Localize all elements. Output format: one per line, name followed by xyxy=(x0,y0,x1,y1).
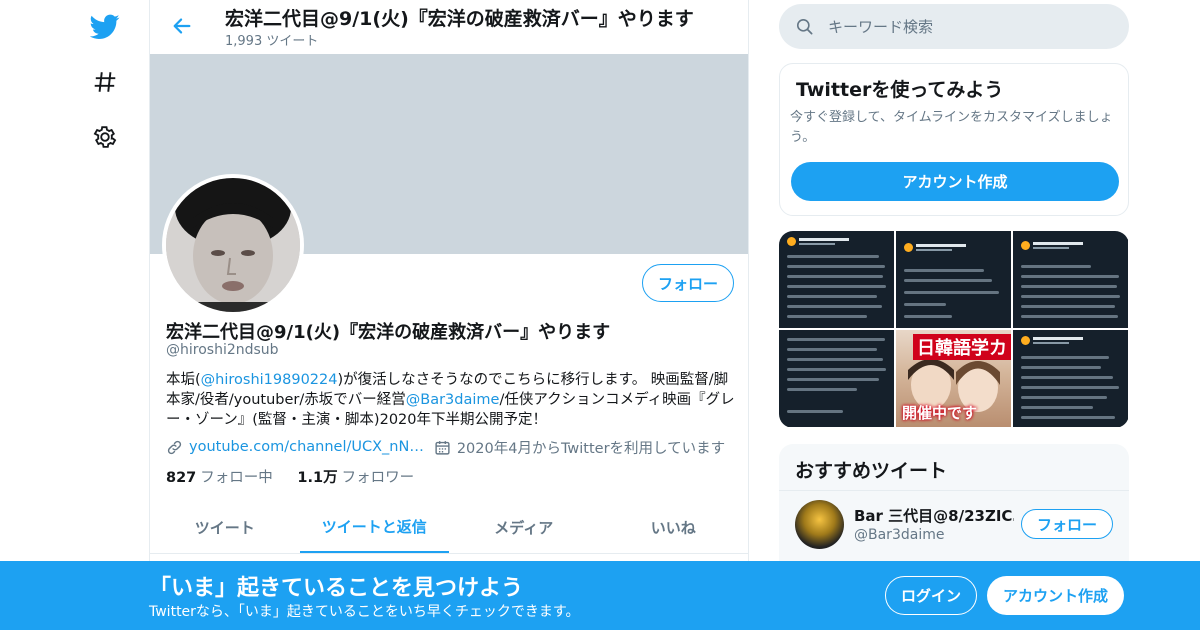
tab-tweets[interactable]: ツイート xyxy=(150,502,300,553)
profile-bio: 本垢(@hiroshi19890224)が復活しなさそうなのでこちらに移行します… xyxy=(166,370,738,430)
gear-icon[interactable] xyxy=(90,122,120,152)
profile-tabs: ツイート ツイートと返信 メディア いいね xyxy=(150,502,748,554)
link-icon xyxy=(166,439,183,456)
media-thumbnail[interactable] xyxy=(1013,231,1128,328)
header-title: 宏洋二代目@9/1(火)『宏洋の破産救済バー』やります xyxy=(225,8,694,30)
create-account-button[interactable]: アカウント作成 xyxy=(791,162,1119,201)
profile-column: 宏洋二代目@9/1(火)『宏洋の破産救済バー』やります 1,993 ツイート フ… xyxy=(149,0,749,630)
media-grid: 日韓語学カ 開催中です xyxy=(779,231,1129,428)
left-nav xyxy=(60,0,150,630)
media-thumbnail-photo[interactable]: 日韓語学カ 開催中です xyxy=(896,330,1011,427)
tab-media[interactable]: メディア xyxy=(449,502,599,553)
media-thumbnail[interactable] xyxy=(779,231,894,328)
media-thumbnail[interactable] xyxy=(896,231,1011,328)
bio-mention-link[interactable]: @hiroshi19890224 xyxy=(201,372,338,388)
following-stat[interactable]: 827 フォロー中 xyxy=(166,470,273,486)
recommended-name[interactable]: Bar 三代目@8/23ZIC… xyxy=(854,505,1014,526)
tab-likes[interactable]: いいね xyxy=(599,502,749,553)
following-count: 827 xyxy=(166,470,197,486)
avatar[interactable] xyxy=(795,500,844,549)
follow-button[interactable]: フォロー xyxy=(642,264,734,302)
media-thumbnail[interactable] xyxy=(1013,330,1128,427)
signup-card-title: Twitterを使ってみよう xyxy=(796,79,1004,101)
back-arrow-icon[interactable] xyxy=(168,12,196,40)
tab-tweets-and-replies[interactable]: ツイートと返信 xyxy=(299,502,449,553)
following-label: フォロー中 xyxy=(200,470,273,486)
recommended-handle: @Bar3daime xyxy=(854,527,945,543)
joined-item: 2020年4月からTwitterを利用しています xyxy=(434,437,725,458)
bio-text: 本垢( xyxy=(166,372,201,388)
avatar[interactable] xyxy=(162,174,304,316)
tweet-count: 1,993 ツイート xyxy=(225,34,319,49)
sidebar: Twitterを使ってみよう 今すぐ登録して、タイムラインをカスタマイズしましょ… xyxy=(779,0,1129,630)
recommended-title: おすすめツイート xyxy=(795,460,948,482)
signup-card: Twitterを使ってみよう 今すぐ登録して、タイムラインをカスタマイズしましょ… xyxy=(779,63,1129,216)
media-overlay-text: 開催中です xyxy=(902,404,978,422)
followers-label: フォロワー xyxy=(341,470,415,486)
search-box[interactable] xyxy=(779,4,1129,49)
twitter-bird-icon[interactable] xyxy=(90,12,120,42)
profile-meta: youtube.com/channel/UCX_nN… 2020年4月からTwi… xyxy=(166,436,736,458)
joined-date: 2020年4月からTwitterを利用しています xyxy=(456,440,726,457)
follow-button[interactable]: フォロー xyxy=(1021,509,1113,539)
search-icon xyxy=(795,17,814,36)
media-thumbnail[interactable] xyxy=(779,330,894,427)
signup-banner: 「いま」起きていることを見つけよう Twitterなら、「いま」起きていることを… xyxy=(0,561,1200,630)
signup-banner-title: 「いま」起きていることを見つけよう xyxy=(149,576,524,601)
follow-stats: 827 フォロー中 1.1万 フォロワー xyxy=(166,466,434,487)
profile-header: 宏洋二代目@9/1(火)『宏洋の破産救済バー』やります 1,993 ツイート xyxy=(150,0,748,54)
recommended-account[interactable]: Bar 三代目@8/23ZIC… @Bar3daime フォロー xyxy=(779,491,1129,561)
website-item: youtube.com/channel/UCX_nN… xyxy=(166,439,424,456)
signup-banner-subtitle: Twitterなら、「いま」起きていることをいち早くチェックできます。 xyxy=(149,604,580,620)
media-overlay-text: 日韓語学カ xyxy=(913,334,1011,360)
bio-mention-link[interactable]: @Bar3daime xyxy=(406,392,500,408)
login-button[interactable]: ログイン xyxy=(885,576,977,615)
profile-handle: @hiroshi2ndsub xyxy=(166,342,279,358)
search-input[interactable] xyxy=(828,17,1108,36)
calendar-icon xyxy=(434,439,451,456)
profile-name: 宏洋二代目@9/1(火)『宏洋の破産救済バー』やります xyxy=(166,322,611,343)
followers-count: 1.1万 xyxy=(297,470,338,486)
create-account-button[interactable]: アカウント作成 xyxy=(987,576,1124,615)
hashtag-icon[interactable] xyxy=(90,67,120,97)
followers-stat[interactable]: 1.1万 フォロワー xyxy=(297,470,414,486)
website-link[interactable]: youtube.com/channel/UCX_nN… xyxy=(189,439,424,455)
signup-card-text: 今すぐ登録して、タイムラインをカスタマイズしましょう。 xyxy=(790,110,1113,145)
